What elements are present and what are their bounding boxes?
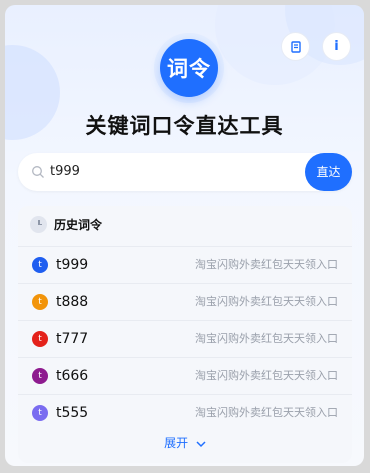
search-icon [32,166,44,178]
logo-text: 词令 [167,57,211,81]
item-code: t555 [56,405,89,421]
app-frame: 词令 i 关键词口令直达工具 t999 直达 历史词令 t t999 淘宝闪购外卖红… [5,5,364,466]
item-badge-icon: t [32,368,48,384]
search-input[interactable]: t999 [50,153,80,191]
history-panel: 历史词令 t t999 淘宝闪购外卖红包天天领入口 t t888 淘宝闪购外卖红包天天领入… [18,206,352,463]
expand-button[interactable]: 展开 [18,434,352,451]
search-bar: t999 直达 [18,153,352,191]
chevron-down-icon [196,440,206,447]
bookmark-icon [290,40,301,53]
history-item[interactable]: t t666 淘宝闪购外卖红包天天领入口 [18,357,352,393]
history-header: 历史词令 [30,214,102,234]
item-badge-icon: t [32,257,48,273]
item-badge-icon: t [32,405,48,421]
item-description: 淘宝闪购外卖红包天天领入口 [195,406,338,419]
item-description: 淘宝闪购外卖红包天天领入口 [195,369,338,382]
item-badge-icon: t [32,331,48,347]
page-title: 关键词口令直达工具 [85,114,284,138]
clock-icon [30,215,47,233]
item-description: 淘宝闪购外卖红包天天领入口 [195,258,338,271]
item-description: 淘宝闪购外卖红包天天领入口 [195,332,338,345]
bookmark-button[interactable] [281,32,310,61]
app-logo: 词令 [160,39,218,97]
item-code: t777 [56,331,89,347]
expand-label: 展开 [164,436,189,450]
item-code: t666 [56,368,89,384]
history-item[interactable]: t t999 淘宝闪购外卖红包天天领入口 [18,246,352,282]
history-item[interactable]: t t777 淘宝闪购外卖红包天天领入口 [18,320,352,356]
go-button[interactable]: 直达 [305,153,352,191]
item-code: t999 [56,257,89,273]
history-item[interactable]: t t888 淘宝闪购外卖红包天天领入口 [18,283,352,319]
history-item[interactable]: t t555 淘宝闪购外卖红包天天领入口 [18,394,352,430]
info-icon: i [334,39,339,54]
history-title: 历史词令 [54,217,103,232]
item-description: 淘宝闪购外卖红包天天领入口 [195,295,338,308]
item-badge-icon: t [32,294,48,310]
item-code: t888 [56,294,89,310]
info-button[interactable]: i [322,32,351,61]
